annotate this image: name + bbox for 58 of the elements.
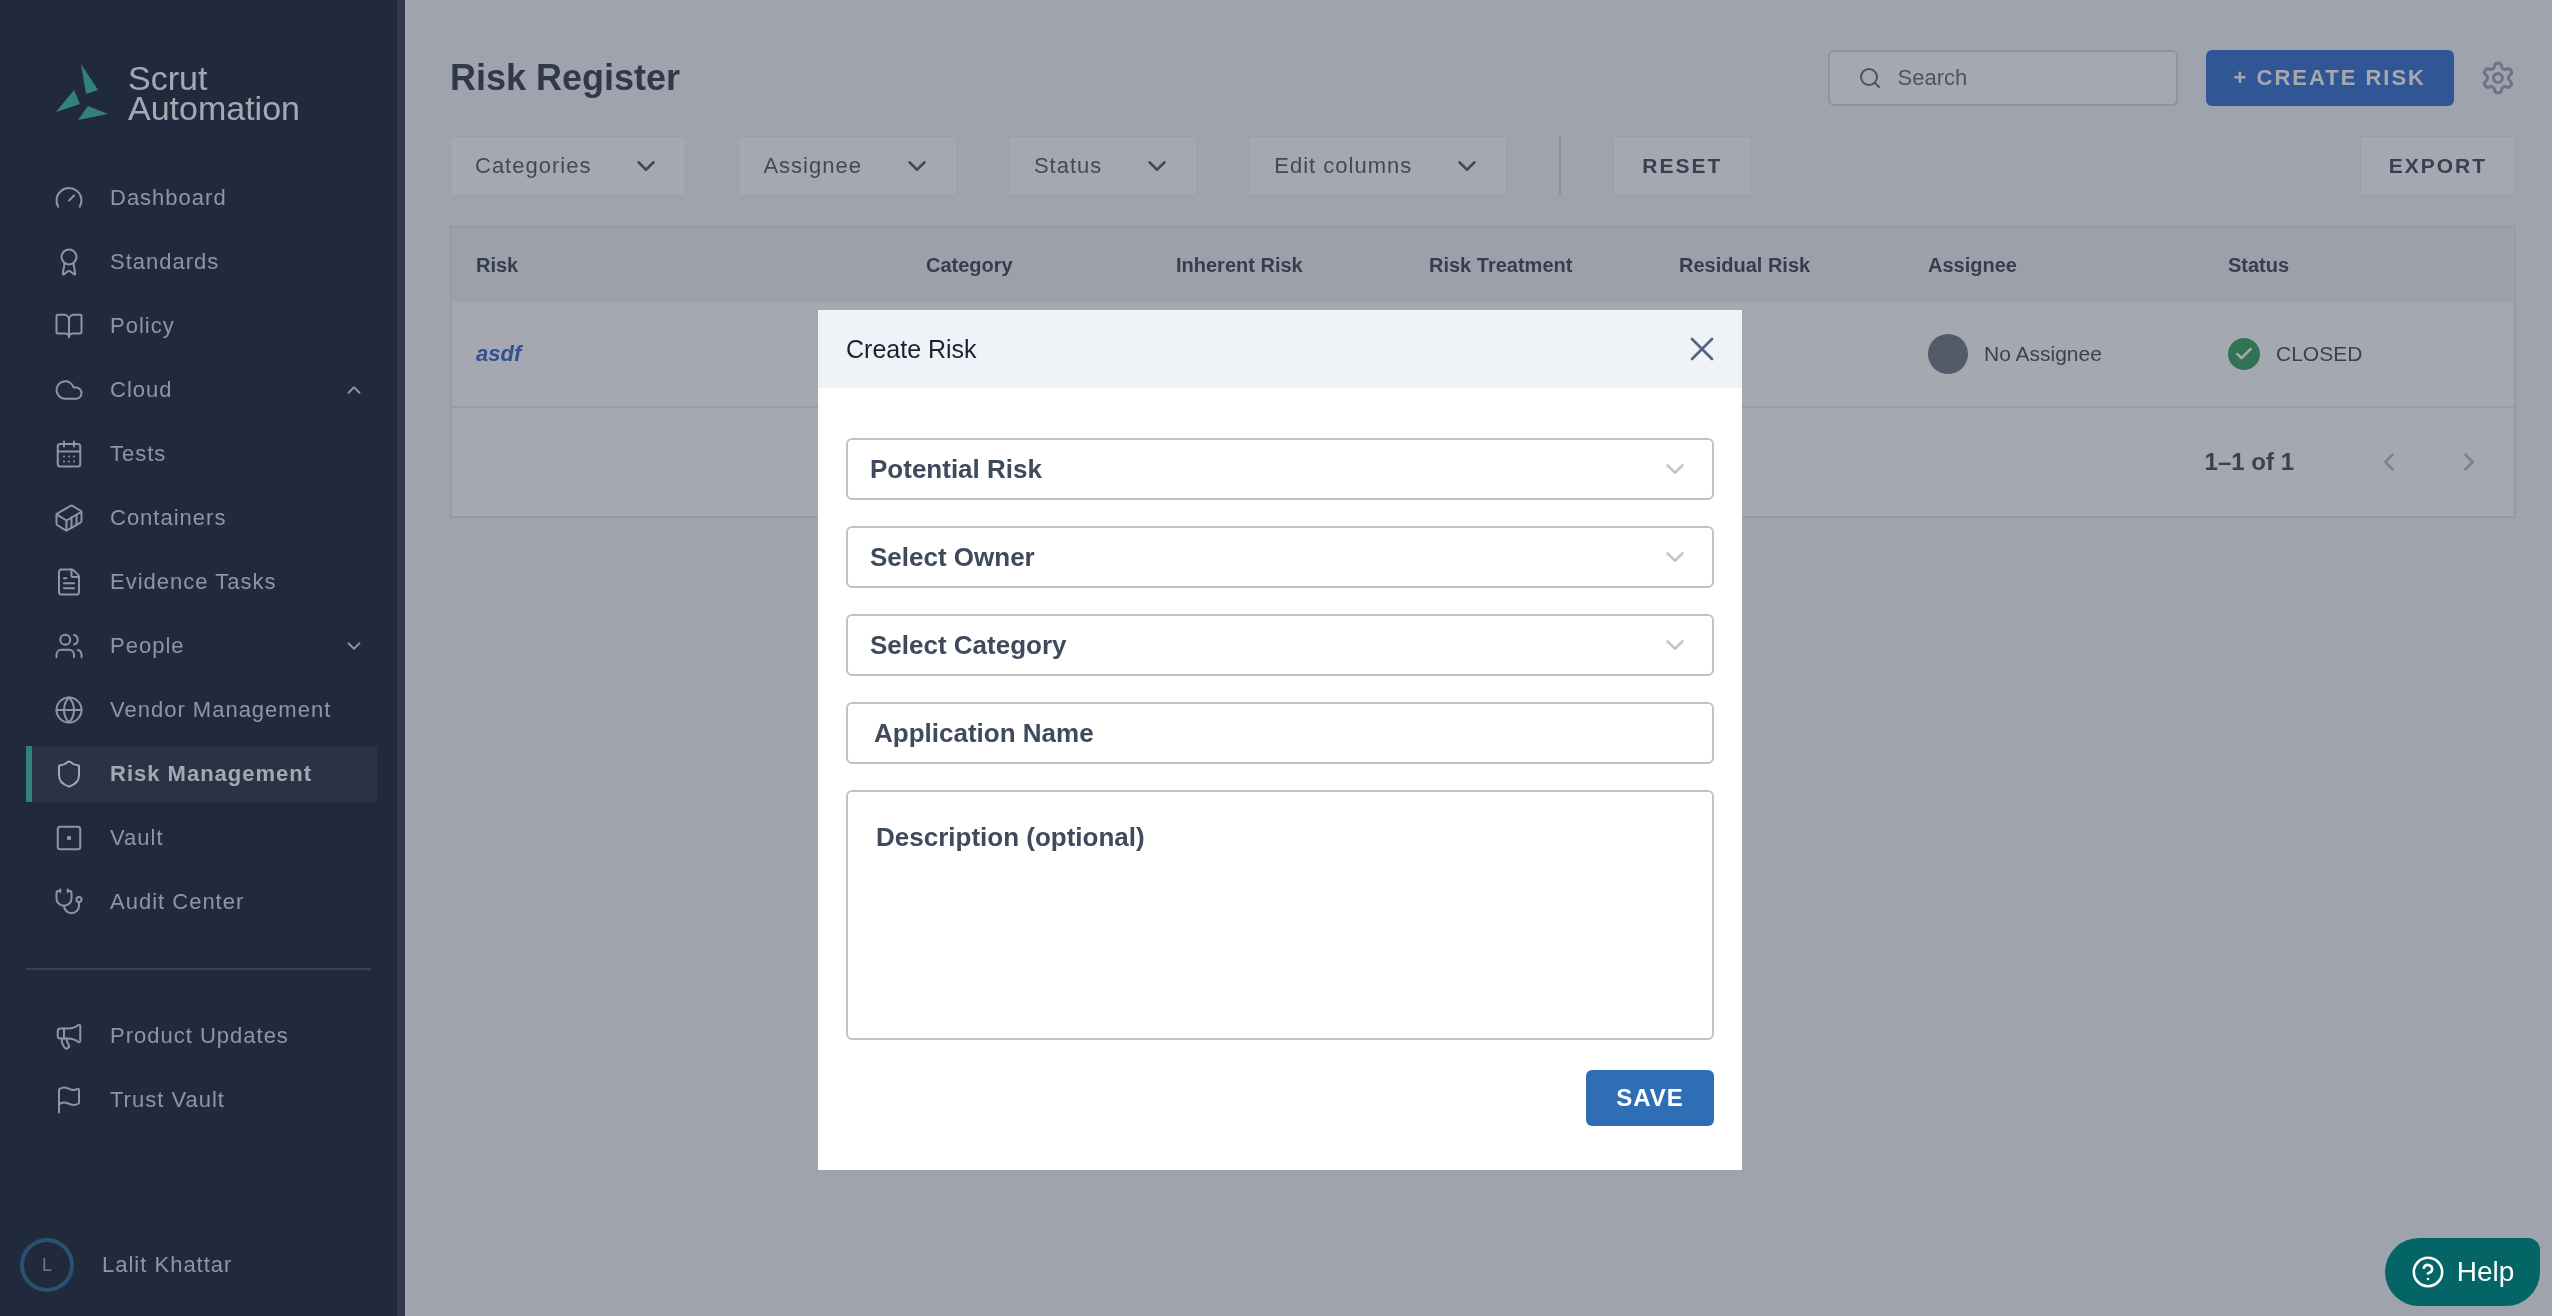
select-field[interactable]: Select Category xyxy=(846,614,1714,676)
sidebar-item[interactable]: Standards xyxy=(26,234,377,290)
column-header: Assignee xyxy=(1928,253,2018,277)
column-header: Category xyxy=(926,253,1014,277)
pagination-text: 1–1 of 1 xyxy=(2204,448,2294,476)
column-header: Status xyxy=(2228,253,2291,277)
sidebar-item[interactable]: Tests xyxy=(26,426,377,482)
column-header: Risk Treatment xyxy=(1429,253,1574,277)
sidebar-item[interactable]: Dashboard xyxy=(26,170,377,226)
sidebar-item[interactable]: Risk Management xyxy=(26,746,377,802)
filter-dropdown[interactable]: Edit columns xyxy=(1249,136,1508,196)
column-header: Residual Risk xyxy=(1679,253,1812,277)
stethoscope-icon xyxy=(54,887,84,917)
logo-text: Scrut Automation xyxy=(128,63,300,123)
filter-dropdown[interactable]: Status xyxy=(1008,136,1198,196)
select-field[interactable]: Potential Risk xyxy=(846,438,1714,500)
assignee-text: No Assignee xyxy=(1984,342,2102,366)
filter-dropdown[interactable]: Categories xyxy=(450,136,687,196)
sidebar-item[interactable]: Audit Center xyxy=(26,874,377,930)
status-text: CLOSED xyxy=(2276,342,2363,366)
user-name: Lalit Khattar xyxy=(102,1252,233,1278)
container-icon xyxy=(54,503,84,533)
book-icon xyxy=(54,311,84,341)
input-field[interactable]: Application Name xyxy=(846,702,1714,764)
sidebar-item[interactable]: Policy xyxy=(26,298,377,354)
select-field[interactable]: Select Owner xyxy=(846,526,1714,588)
people-icon xyxy=(54,631,84,661)
calendar-icon xyxy=(54,439,84,469)
settings-icon[interactable] xyxy=(2480,60,2516,96)
search-icon xyxy=(1857,66,1882,90)
globe-icon xyxy=(54,695,84,725)
page-title: Risk Register xyxy=(450,57,682,99)
square-icon xyxy=(54,823,84,853)
status-check-icon xyxy=(2228,338,2260,370)
avatar-icon xyxy=(1928,334,1968,374)
filter-dropdown[interactable]: Assignee xyxy=(738,136,957,196)
column-header: Risk xyxy=(476,253,520,277)
dialog-title: Create Risk xyxy=(846,334,977,364)
risk-link[interactable]: asdf xyxy=(476,341,522,366)
megaphone-icon xyxy=(54,1021,84,1051)
help-button[interactable]: Help xyxy=(2385,1238,2540,1306)
help-icon xyxy=(2410,1255,2445,1289)
search-field[interactable]: Search xyxy=(1827,50,2178,106)
sidebar-item[interactable]: Containers xyxy=(26,490,377,546)
description-field[interactable]: Description (optional) xyxy=(846,790,1714,1040)
sidebar-item[interactable]: Evidence Tasks xyxy=(26,554,377,610)
sidebar-item[interactable]: People xyxy=(26,618,377,674)
reset-button[interactable]: RESET xyxy=(1613,136,1752,196)
create-risk-button[interactable]: + CREATE RISK xyxy=(2205,50,2454,106)
column-header: Inherent Risk xyxy=(1176,253,1304,277)
save-button[interactable]: SAVE xyxy=(1586,1070,1714,1126)
sidebar-item[interactable]: Cloud xyxy=(26,362,377,418)
sidebar-item[interactable]: Vault xyxy=(26,810,377,866)
sidebar-item[interactable]: Product Updates xyxy=(26,1008,377,1064)
sidebar-item[interactable]: Vendor Management xyxy=(26,682,377,738)
export-button[interactable]: EXPORT xyxy=(2359,136,2516,196)
sidebar-item[interactable]: Trust Vault xyxy=(26,1072,377,1128)
user-avatar[interactable]: L xyxy=(20,1238,74,1292)
